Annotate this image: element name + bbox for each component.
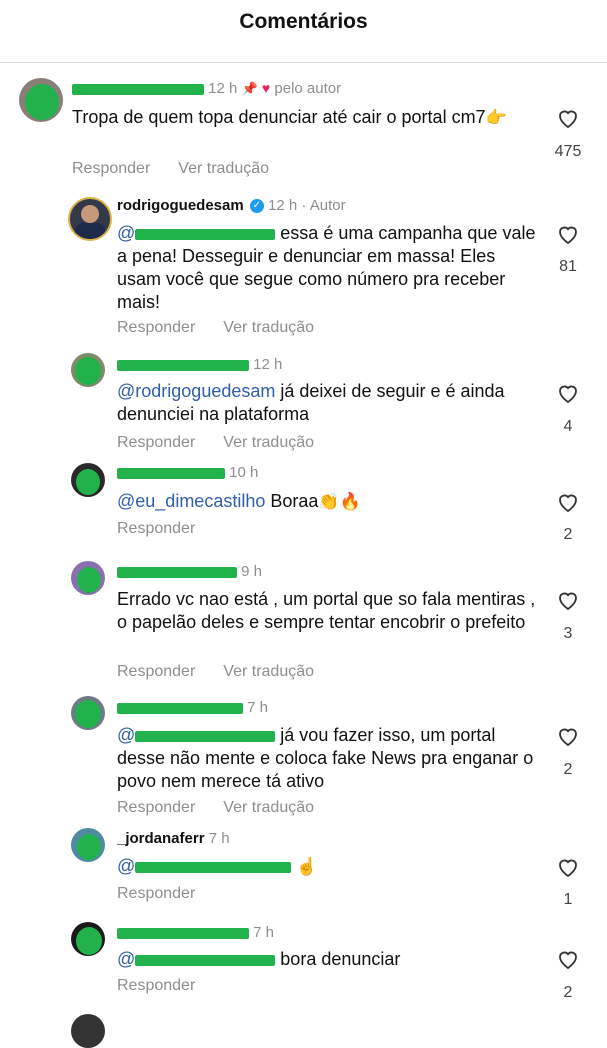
heart-icon[interactable]: [555, 381, 581, 405]
reply-button[interactable]: Responder: [117, 885, 195, 902]
mention[interactable]: @eu_dimecastilho: [117, 491, 265, 511]
point-up-emoji: ☝️: [296, 857, 318, 876]
avatar[interactable]: [71, 561, 105, 595]
avatar[interactable]: [71, 828, 105, 862]
pinned-label: pelo autor: [274, 80, 342, 97]
comment-time: 7 h: [208, 830, 230, 847]
comment-text: @ ☝️: [117, 855, 537, 878]
reply-button[interactable]: Responder: [117, 799, 195, 816]
comment-time: 10 h: [229, 464, 259, 481]
like-count: 2: [563, 526, 573, 543]
translate-button[interactable]: Ver tradução: [178, 160, 269, 177]
masked-mention[interactable]: @: [117, 949, 276, 969]
like-count: 475: [554, 143, 582, 160]
comment-actions: Responder: [117, 520, 223, 538]
comment-actions: Responder Ver tradução: [117, 663, 342, 681]
comment-text: @eu_dimecastilho Boraa👏🔥: [117, 491, 361, 511]
heart-icon[interactable]: [555, 588, 581, 612]
comment-meta: 7 h: [117, 924, 274, 941]
username[interactable]: _jordanaferr: [117, 830, 205, 847]
reply-button[interactable]: Responder: [117, 663, 195, 680]
like-count: 2: [563, 984, 573, 1001]
reply-button[interactable]: Responder: [117, 319, 195, 336]
heart-icon[interactable]: [555, 855, 581, 879]
comment-meta: rodrigoguedesam ✓ 12 h · Autor: [117, 197, 346, 214]
translate-button[interactable]: Ver tradução: [223, 319, 314, 336]
comment-meta: _jordanaferr 7 h: [117, 830, 230, 847]
comment-text: @ essa é uma campanha que vale a pena! D…: [117, 223, 536, 312]
username[interactable]: rodrigoguedesam: [117, 197, 244, 214]
comment-actions: Responder Ver tradução: [117, 799, 342, 817]
heart-icon[interactable]: [555, 724, 581, 748]
like-count: 4: [563, 418, 573, 435]
translate-button[interactable]: Ver tradução: [223, 434, 314, 451]
comment-time: 7 h: [247, 699, 269, 716]
translate-button[interactable]: Ver tradução: [223, 799, 314, 816]
comment-text: @ bora denunciar: [117, 949, 401, 969]
mention[interactable]: @rodrigoguedesam: [117, 381, 275, 401]
reply-button[interactable]: Responder: [117, 977, 195, 994]
masked-mention[interactable]: @: [117, 725, 276, 745]
comment-meta: 9 h: [117, 563, 262, 580]
masked-username[interactable]: [117, 359, 249, 371]
comment-actions: Responder: [117, 885, 223, 903]
masked-mention[interactable]: @: [117, 856, 292, 876]
header-divider: [0, 62, 607, 63]
heart-filled-icon: ♥: [261, 80, 271, 96]
like-count: 2: [563, 761, 573, 778]
avatar[interactable]: [19, 78, 63, 122]
heart-icon[interactable]: [555, 222, 581, 246]
comment-meta: 7 h: [117, 699, 268, 716]
comment-text: Errado vc nao está , um portal que so fa…: [117, 589, 536, 632]
comment-meta: 12 h: [117, 356, 282, 373]
reply-button[interactable]: Responder: [117, 434, 195, 451]
masked-username[interactable]: [117, 467, 225, 479]
comment-time: 9 h: [241, 563, 263, 580]
masked-username[interactable]: [72, 83, 204, 95]
like-count: 1: [563, 891, 573, 908]
comment-text: @rodrigoguedesam já deixei de seguir e é…: [117, 381, 505, 424]
heart-icon[interactable]: [555, 947, 581, 971]
avatar[interactable]: [71, 922, 105, 956]
translate-button[interactable]: Ver tradução: [223, 663, 314, 680]
comment-time: 12 h: [268, 197, 298, 214]
avatar[interactable]: [71, 463, 105, 497]
comment-time: 12 h: [208, 80, 238, 97]
comment-text: Tropa de quem topa denunciar até cair o …: [72, 107, 507, 127]
comment-meta: 10 h: [117, 464, 258, 481]
avatar[interactable]: [71, 696, 105, 730]
masked-mention[interactable]: @: [117, 223, 276, 243]
comment-actions: Responder: [117, 977, 223, 995]
pin-icon: 📌: [241, 81, 258, 96]
page-title: Comentários: [239, 10, 368, 33]
comment-time: 7 h: [253, 924, 275, 941]
reply-button[interactable]: Responder: [72, 160, 150, 177]
avatar[interactable]: [71, 353, 105, 387]
reply-button[interactable]: Responder: [117, 520, 195, 537]
comment-meta: 12 h 📌 ♥ pelo autor: [72, 80, 341, 97]
masked-username[interactable]: [117, 566, 237, 578]
like-count: 3: [563, 625, 573, 642]
clap-emoji: 👏: [318, 492, 340, 511]
fire-emoji: 🔥: [339, 492, 361, 511]
author-avatar[interactable]: [68, 197, 112, 241]
heart-icon[interactable]: [555, 490, 581, 514]
comment-time: 12 h: [253, 356, 283, 373]
masked-username[interactable]: [117, 702, 243, 714]
verified-badge-icon: ✓: [249, 199, 264, 214]
like-count: 81: [559, 258, 577, 275]
point-right-emoji: 👉: [485, 108, 507, 127]
avatar[interactable]: [71, 1014, 105, 1048]
comment-actions: Responder Ver tradução: [72, 160, 297, 178]
masked-username[interactable]: [117, 927, 249, 939]
author-tag: Autor: [309, 197, 346, 214]
heart-icon[interactable]: [555, 106, 581, 130]
comment-actions: Responder Ver tradução: [117, 319, 342, 337]
comment-text: @ já vou fazer isso, um portal desse não…: [117, 725, 534, 791]
comment-actions: Responder Ver tradução: [117, 434, 342, 452]
